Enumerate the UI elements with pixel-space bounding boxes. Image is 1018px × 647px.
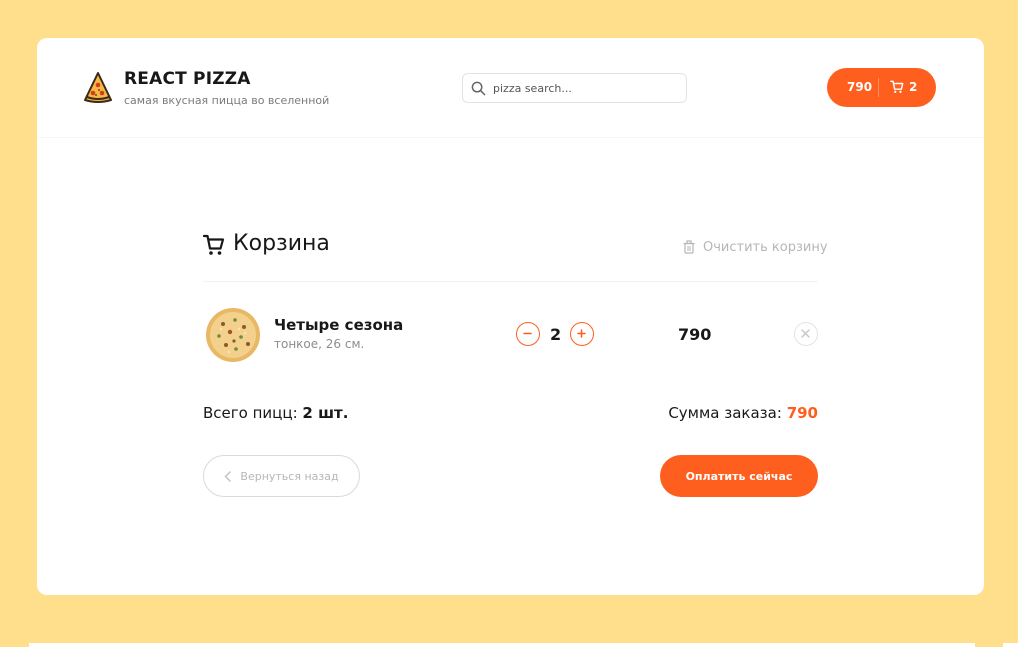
pizza-image	[206, 308, 260, 362]
decrease-quantity-button[interactable]	[516, 322, 540, 346]
app-title[interactable]: REACT PIZZA	[124, 69, 251, 89]
total-count-label: Всего пицц:	[203, 404, 298, 422]
increase-quantity-button[interactable]	[570, 322, 594, 346]
app-subtitle: самая вкусная пицца во вселенной	[124, 94, 330, 107]
cart-title-icon	[203, 234, 225, 255]
item-details: тонкое, 26 см.	[274, 337, 365, 351]
total-pizza-count: Всего пицц: 2 шт.	[203, 404, 348, 422]
header: REACT PIZZA самая вкусная пицца во вселе…	[37, 38, 984, 138]
plus-icon	[577, 329, 586, 338]
cart-divider	[203, 281, 818, 282]
item-price: 790	[678, 325, 712, 344]
pizza-logo-icon[interactable]	[83, 71, 113, 103]
trash-icon	[683, 240, 695, 254]
go-back-label: Вернуться назад	[240, 469, 339, 483]
cart-item-count: 2	[909, 80, 918, 94]
search-box	[462, 73, 687, 103]
order-total-value: 790	[786, 404, 818, 422]
cart-title: Корзина	[233, 231, 330, 256]
close-icon	[801, 329, 810, 338]
cart-icon	[890, 80, 904, 93]
cart-total-price: 790	[847, 80, 873, 94]
pay-now-button[interactable]: Оплатить сейчас	[660, 455, 818, 497]
minus-icon	[523, 332, 532, 335]
header-cart-button[interactable]: 790 2	[827, 68, 936, 107]
go-back-button[interactable]: Вернуться назад	[203, 455, 360, 497]
search-icon	[471, 81, 486, 96]
pay-now-label: Оплатить сейчас	[685, 469, 793, 483]
remove-item-button[interactable]	[794, 322, 818, 346]
item-name: Четыре сезона	[274, 316, 404, 334]
clear-cart-label: Очистить корзину	[703, 239, 828, 255]
search-input[interactable]	[493, 78, 678, 98]
order-total: Сумма заказа: 790	[668, 404, 818, 422]
total-count-value: 2 шт.	[302, 404, 349, 422]
order-total-label: Сумма заказа:	[668, 404, 782, 422]
cart-button-divider	[878, 78, 879, 97]
clear-cart-button[interactable]: Очистить корзину	[683, 239, 828, 255]
chevron-left-icon	[225, 470, 232, 482]
bottom-strip	[29, 643, 975, 647]
bottom-strip-right	[1003, 643, 1018, 647]
page-container: REACT PIZZA самая вкусная пицца во вселе…	[37, 38, 984, 595]
item-quantity: 2	[550, 325, 562, 344]
